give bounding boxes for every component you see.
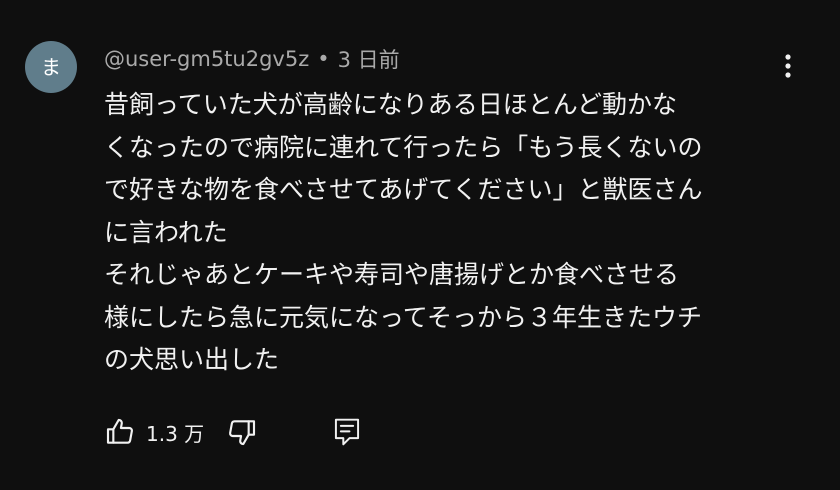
comment-line: で好きな物を食べさせてあげてください」と獣医さん [104, 175, 703, 204]
like-count: 1.3 万 [146, 421, 205, 446]
reply-button[interactable] [332, 416, 362, 448]
comment-line: 様にしたら急に元気になってそっから３年生きたウチ [104, 302, 703, 332]
comment-line: の犬思い出した [104, 345, 280, 374]
dislike-button[interactable] [226, 416, 258, 448]
more-vert-icon [785, 54, 791, 78]
more-options-button[interactable] [772, 50, 804, 82]
comment-header: @user-gm5tu2gv5z • 3 日前 [104, 44, 400, 74]
comment-thread: ま @user-gm5tu2gv5z • 3 日前 昔飼っていた犬が高齢になりあ… [0, 0, 840, 490]
comment-line: それじゃあとケーキや寿司や唐揚げとか食べさせる [104, 260, 680, 289]
comment-actions: 1.3 万 [104, 412, 362, 452]
avatar[interactable]: ま [25, 41, 77, 93]
comment-line: 昔飼っていた犬が高齢になりある日ほとんど動かな [104, 90, 678, 119]
author-name[interactable]: @user-gm5tu2gv5z [104, 47, 309, 71]
comment-text: 昔飼っていた犬が高齢になりある日ほとんど動かな くなったので病院に連れて行ったら… [104, 84, 804, 382]
comment-timestamp[interactable]: 3 日前 [338, 44, 400, 74]
comment-icon [335, 418, 360, 446]
comment-line: くなったので病院に連れて行ったら「もう長くないの [104, 132, 703, 162]
like-button[interactable]: 1.3 万 [104, 416, 204, 448]
thumb-up-icon [106, 418, 133, 444]
comment-line: に言われた [104, 217, 228, 247]
thumb-down-icon [229, 420, 256, 446]
separator-dot: • [317, 47, 330, 71]
avatar-initial: ま [41, 55, 61, 79]
